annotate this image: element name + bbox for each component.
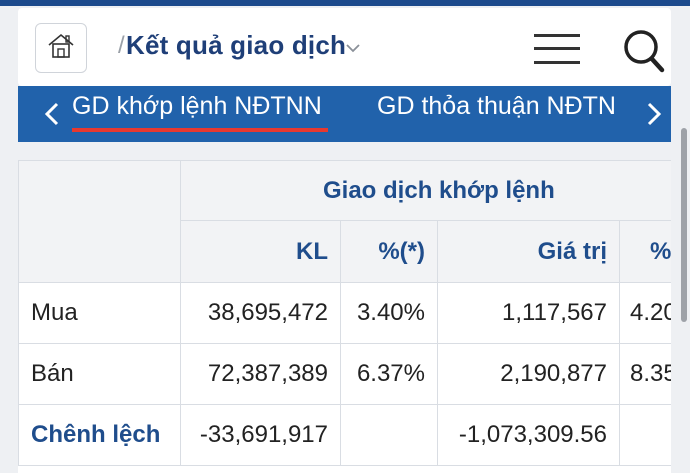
cell-pct-value: 4.20 (619, 282, 671, 344)
table-row: Bán 72,387,389 6.37% 2,190,877 8.35 (18, 343, 671, 405)
row-label-sell: Bán (18, 343, 181, 405)
corner-cell (18, 160, 181, 283)
row-label-buy: Mua (18, 282, 181, 344)
tab-bar: GD khớp lệnh NĐTNN GD thỏa thuận NĐTN (18, 86, 671, 142)
row-label-difference: Chênh lệch (18, 404, 181, 466)
tab-negotiated-foreign[interactable]: GD thỏa thuận NĐTN (377, 92, 616, 121)
cell-kl: 38,695,472 (180, 282, 341, 344)
cell-pct (340, 404, 438, 466)
col-header-pct[interactable]: %(*) (340, 220, 438, 283)
trading-table: Giao dịch khớp lệnh KL %(*) Giá trị % Mu… (18, 160, 671, 473)
scrollbar[interactable] (681, 128, 687, 322)
cell-pct-value: 8.35 (619, 343, 671, 405)
active-tab-indicator (72, 128, 328, 132)
col-header-pct-value[interactable]: % (619, 220, 671, 283)
search-icon[interactable] (622, 28, 666, 81)
page-title[interactable]: Kết quả giao dịch (126, 30, 346, 61)
cell-pct: 6.37% (340, 343, 438, 405)
cell-pct-value (619, 404, 671, 466)
cell-kl: -33,691,917 (180, 404, 341, 466)
home-button[interactable] (35, 23, 87, 73)
cell-value: 2,190,877 (437, 343, 620, 405)
cell-value: 1,117,567 (437, 282, 620, 344)
cell-kl: 72,387,389 (180, 343, 341, 405)
chevron-left-icon[interactable] (44, 102, 60, 131)
col-header-kl[interactable]: KL (180, 220, 341, 283)
home-icon (46, 32, 76, 65)
cell-value: -1,073,309.56 (437, 404, 620, 466)
tab-matched-foreign[interactable]: GD khớp lệnh NĐTNN (72, 92, 322, 121)
col-header-value[interactable]: Giá trị (437, 220, 620, 283)
top-strip (0, 0, 690, 6)
chevron-down-icon[interactable] (345, 40, 361, 58)
group-header: Giao dịch khớp lệnh (180, 160, 671, 221)
table-row: Chênh lệch -33,691,917 -1,073,309.56 (18, 404, 671, 466)
page-header: / Kết quả giao dịch (18, 8, 671, 86)
breadcrumb-separator: / (118, 32, 125, 59)
table-row: Mua 38,695,472 3.40% 1,117,567 4.20 (18, 282, 671, 344)
hamburger-icon[interactable] (534, 33, 580, 70)
cell-pct: 3.40% (340, 282, 438, 344)
chevron-right-icon[interactable] (646, 102, 662, 131)
